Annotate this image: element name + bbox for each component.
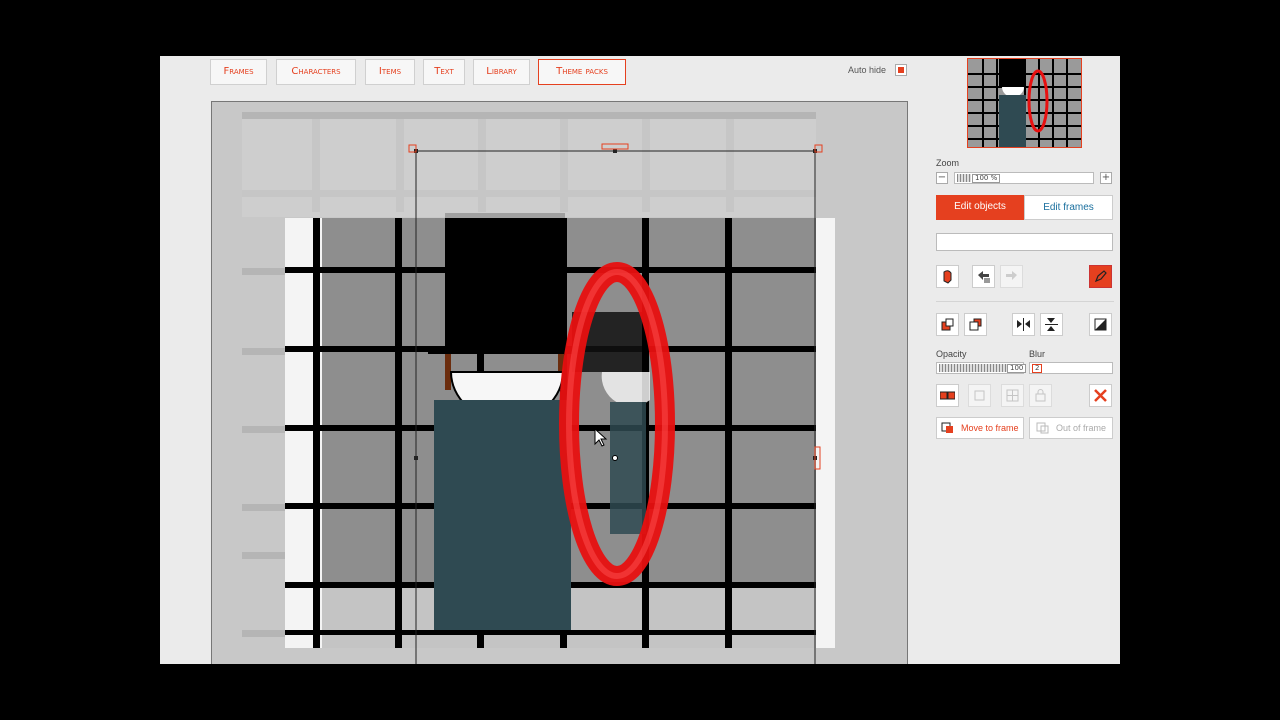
- divider: [936, 301, 1114, 302]
- opacity-slider[interactable]: 100: [936, 362, 1027, 374]
- zoom-slider[interactable]: 100 %: [954, 172, 1094, 184]
- blur-label: Blur: [1029, 349, 1046, 359]
- out-of-frame-label: Out of frame: [1056, 423, 1107, 433]
- flip-vertical-icon: [1045, 318, 1058, 331]
- redo-button[interactable]: [1000, 265, 1023, 288]
- tab-items[interactable]: Items: [365, 59, 415, 85]
- invert-button[interactable]: [1089, 313, 1112, 336]
- undo-button[interactable]: [972, 265, 995, 288]
- edit-pen-icon: [1094, 270, 1107, 283]
- flip-horizontal-icon: [1017, 318, 1030, 331]
- character-figure: [428, 218, 580, 630]
- bring-forward-icon: [941, 318, 954, 331]
- move-to-frame-button[interactable]: Move to frame: [936, 417, 1024, 439]
- canvas-stage[interactable]: [211, 101, 908, 664]
- bg-grid-bar: [242, 112, 816, 119]
- properties-panel: Zoom − 100 % + Edit objects Edit frames: [936, 56, 1120, 664]
- character-hat: [445, 218, 565, 354]
- canvas-artwork: [242, 112, 835, 664]
- align-icon: [1006, 389, 1019, 402]
- bg-grid-bar: [242, 630, 286, 637]
- zoom-value: 100 %: [972, 174, 1001, 183]
- character-body: [434, 400, 571, 630]
- bg-grid-bar: [242, 504, 286, 511]
- move-to-frame-icon: [941, 422, 953, 433]
- out-of-frame-button[interactable]: Out of frame: [1029, 417, 1113, 439]
- object-name-input[interactable]: [936, 233, 1113, 251]
- bg-grid-bar: [242, 268, 286, 275]
- comic-editor-app: Frames Characters Items Text Library The…: [160, 56, 1120, 664]
- edit-objects-button[interactable]: Edit objects: [936, 195, 1024, 220]
- thumbnail-artwork: [968, 59, 1081, 147]
- auto-hide-label: Auto hide: [848, 65, 887, 75]
- puppet-button[interactable]: [936, 265, 959, 288]
- edit-frames-button[interactable]: Edit frames: [1024, 195, 1113, 220]
- blur-slider[interactable]: 2: [1029, 362, 1113, 374]
- frame-thumbnail[interactable]: [967, 58, 1082, 148]
- bg-grid-bar: [242, 426, 286, 433]
- undo-icon: [978, 271, 990, 283]
- bg-grid-bar: [242, 348, 286, 355]
- send-backward-icon: [969, 318, 982, 331]
- opacity-label: Opacity: [936, 349, 967, 359]
- tab-frames[interactable]: Frames: [210, 59, 267, 85]
- tab-text[interactable]: Text: [423, 59, 465, 85]
- tab-library[interactable]: Library: [473, 59, 530, 85]
- ungroup-button[interactable]: [968, 384, 991, 407]
- out-of-frame-icon: [1036, 422, 1049, 434]
- bg-faded-area: [242, 119, 816, 217]
- edit-pen-button[interactable]: [1089, 265, 1112, 288]
- delete-button[interactable]: [1089, 384, 1112, 407]
- ungroup-icon: [974, 390, 985, 401]
- tab-characters[interactable]: Characters: [276, 59, 356, 85]
- puppet-icon: [943, 270, 952, 284]
- bg-grid-bar: [242, 552, 286, 559]
- flip-horizontal-button[interactable]: [1012, 313, 1035, 336]
- delete-icon: [1094, 389, 1107, 402]
- lock-button[interactable]: [1029, 384, 1052, 407]
- lock-icon: [1035, 389, 1046, 402]
- move-to-frame-label: Move to frame: [961, 423, 1019, 433]
- group-button[interactable]: [936, 384, 959, 407]
- grid-bar: [285, 630, 816, 635]
- send-backward-button[interactable]: [964, 313, 987, 336]
- invert-icon: [1094, 318, 1107, 331]
- tab-theme-packs[interactable]: Theme packs: [538, 59, 626, 85]
- opacity-value: 100: [1007, 364, 1027, 373]
- bring-forward-button[interactable]: [936, 313, 959, 336]
- zoom-out-button[interactable]: −: [936, 172, 948, 184]
- align-button[interactable]: [1001, 384, 1024, 407]
- zoom-in-button[interactable]: +: [1100, 172, 1112, 184]
- flip-vertical-button[interactable]: [1040, 313, 1063, 336]
- group-icon: [940, 391, 955, 400]
- pivot-point: [612, 455, 618, 461]
- blur-value: 2: [1032, 364, 1043, 373]
- auto-hide-checkbox[interactable]: [895, 64, 907, 76]
- zoom-label: Zoom: [936, 158, 960, 168]
- redo-icon: [1006, 271, 1017, 280]
